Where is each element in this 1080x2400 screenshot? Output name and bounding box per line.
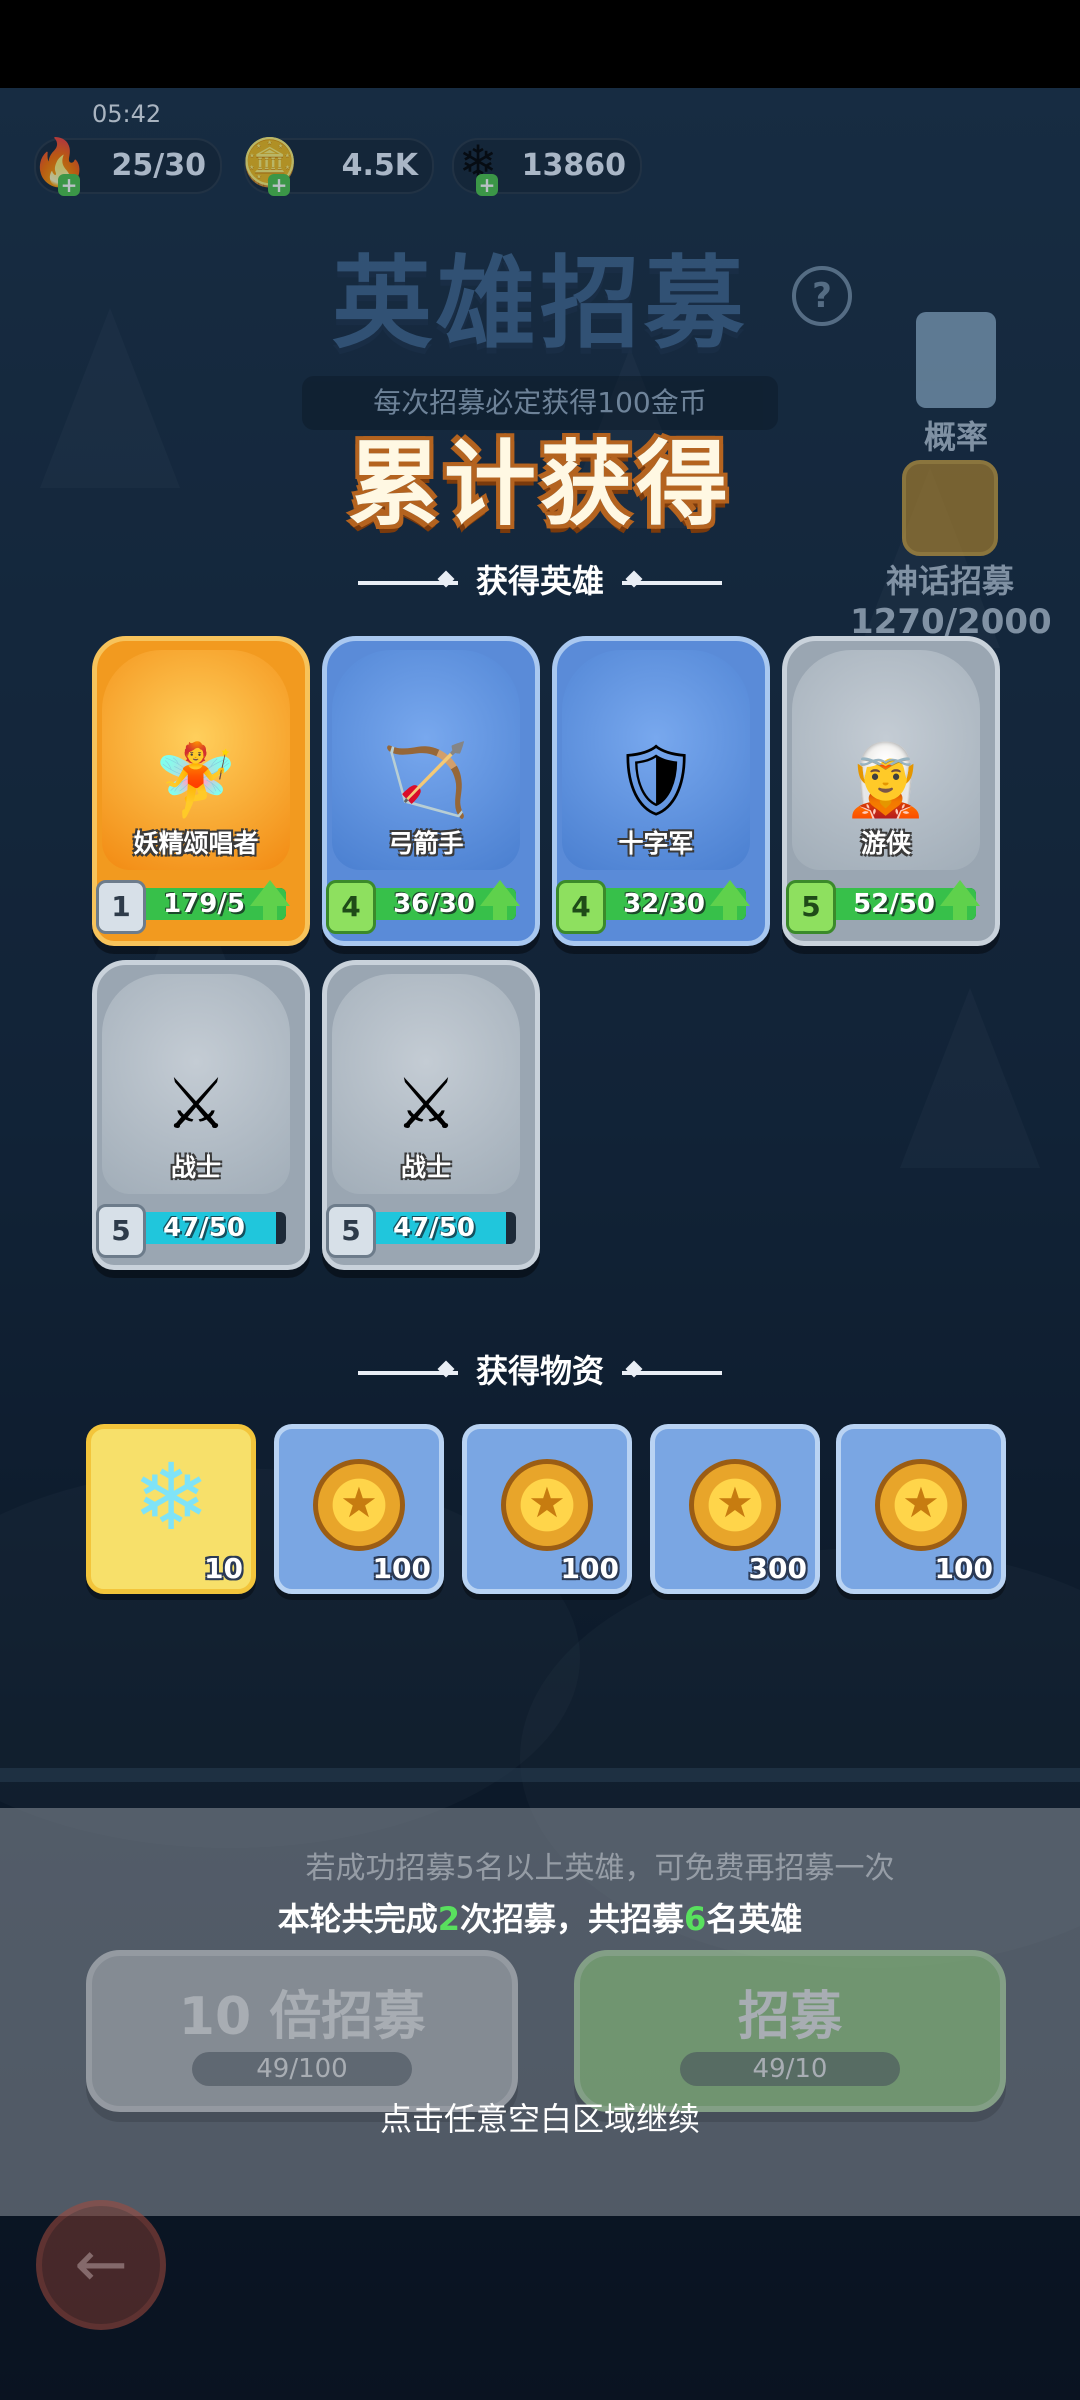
hero-name: 弓箭手 [388, 829, 464, 858]
hero-level-badge: 5 [786, 880, 836, 934]
hero-level-badge: 5 [326, 1204, 376, 1258]
document-icon [916, 312, 996, 408]
back-button[interactable]: ← [36, 2200, 166, 2330]
heroes-section-title: 获得英雄 [0, 556, 1080, 602]
gold-coin-icon [689, 1459, 781, 1551]
add-gold-icon[interactable]: + [268, 174, 290, 196]
tap-to-continue-hint: 点击任意空白区域继续 [379, 2100, 700, 2138]
recruit-ten-cost: 49/100 [192, 2052, 412, 2086]
hero-name: 战士 [170, 1153, 221, 1182]
hero-name: 十字军 [618, 829, 694, 858]
hero-avatar: 🏹 [382, 739, 470, 821]
title-decoration [622, 1371, 722, 1375]
reward-item-coin[interactable]: 100 [274, 1424, 444, 1594]
hero-avatar: 🧝 [842, 739, 930, 821]
hero-card[interactable]: 🏹 弓箭手 36/30 4 [322, 636, 540, 946]
divider [0, 1768, 1080, 1782]
energy-counter[interactable]: 🔥 + 25/30 [31, 135, 222, 196]
recruit-ten-button[interactable]: 10 倍招募 49/100 [86, 1950, 518, 2112]
upgrade-arrow-icon [480, 880, 520, 920]
hero-avatar: 🧚 [152, 739, 240, 821]
recruit-one-cost: 49/10 [680, 2052, 900, 2086]
gold-coin-icon [875, 1459, 967, 1551]
status-bar [0, 0, 1080, 88]
add-energy-icon[interactable]: + [58, 174, 80, 196]
upgrade-arrow-icon [940, 880, 980, 920]
help-button[interactable]: ? [792, 266, 852, 326]
title-decoration [357, 1371, 458, 1375]
hero-progress-bar: 47/50 [352, 1212, 516, 1244]
free-recruit-tip: 若成功招募5名以上英雄，可免费再招募一次 [305, 1851, 895, 1886]
reward-item-crystal[interactable]: ❄ 10 [86, 1424, 256, 1594]
back-arrow-icon: ← [74, 2228, 128, 2302]
game-timer: 05:42 [92, 100, 162, 128]
title-decoration [357, 581, 458, 585]
hero-card[interactable]: 🧝 游侠 52/50 5 [782, 636, 1000, 946]
hero-name: 游侠 [860, 829, 911, 858]
crystal-counter[interactable]: ❄ + 13860 [452, 135, 642, 196]
hero-name: 妖精颂唱者 [133, 829, 259, 858]
hero-level-badge: 4 [556, 880, 606, 934]
reward-item-coin[interactable]: 300 [650, 1424, 820, 1594]
hero-level-badge: 4 [326, 880, 376, 934]
reward-item-coin[interactable]: 100 [462, 1424, 632, 1594]
hero-progress-bar: 47/50 [122, 1212, 286, 1244]
gold-coin-icon [313, 1459, 405, 1551]
hero-card[interactable]: 🧚 妖精颂唱者 179/5 1 [92, 636, 310, 946]
hero-avatar: 🛡 [611, 739, 701, 821]
hero-card[interactable]: ⚔ 战士 47/50 5 [322, 960, 540, 1270]
add-crystal-icon[interactable]: + [476, 174, 498, 196]
hero-avatar: ⚔ [164, 1063, 228, 1145]
hero-level-badge: 1 [96, 880, 146, 934]
hero-card[interactable]: ⚔ 战士 47/50 5 [92, 960, 310, 1270]
items-section-title: 获得物资 [0, 1346, 1080, 1392]
gold-counter[interactable]: 🪙 + 4.5K [241, 135, 434, 196]
upgrade-arrow-icon [710, 880, 750, 920]
recruit-one-button[interactable]: 招募 49/10 [574, 1950, 1006, 2112]
hero-avatar: ⚔ [394, 1063, 458, 1145]
page-title: 英雄招募 [332, 245, 748, 362]
hero-name: 战士 [400, 1153, 451, 1182]
hero-card[interactable]: 🛡 十字军 32/30 4 [552, 636, 770, 946]
hero-level-badge: 5 [96, 1204, 146, 1258]
title-decoration [622, 581, 722, 585]
upgrade-arrow-icon [250, 880, 290, 920]
reward-item-coin[interactable]: 100 [836, 1424, 1006, 1594]
recruit-summary: 本轮共完成2次招募，共招募6名英雄 [277, 1900, 803, 1938]
gold-coin-icon [501, 1459, 593, 1551]
result-headline: 累计获得 [347, 431, 732, 538]
crystal-icon: ❄ [132, 1444, 210, 1551]
